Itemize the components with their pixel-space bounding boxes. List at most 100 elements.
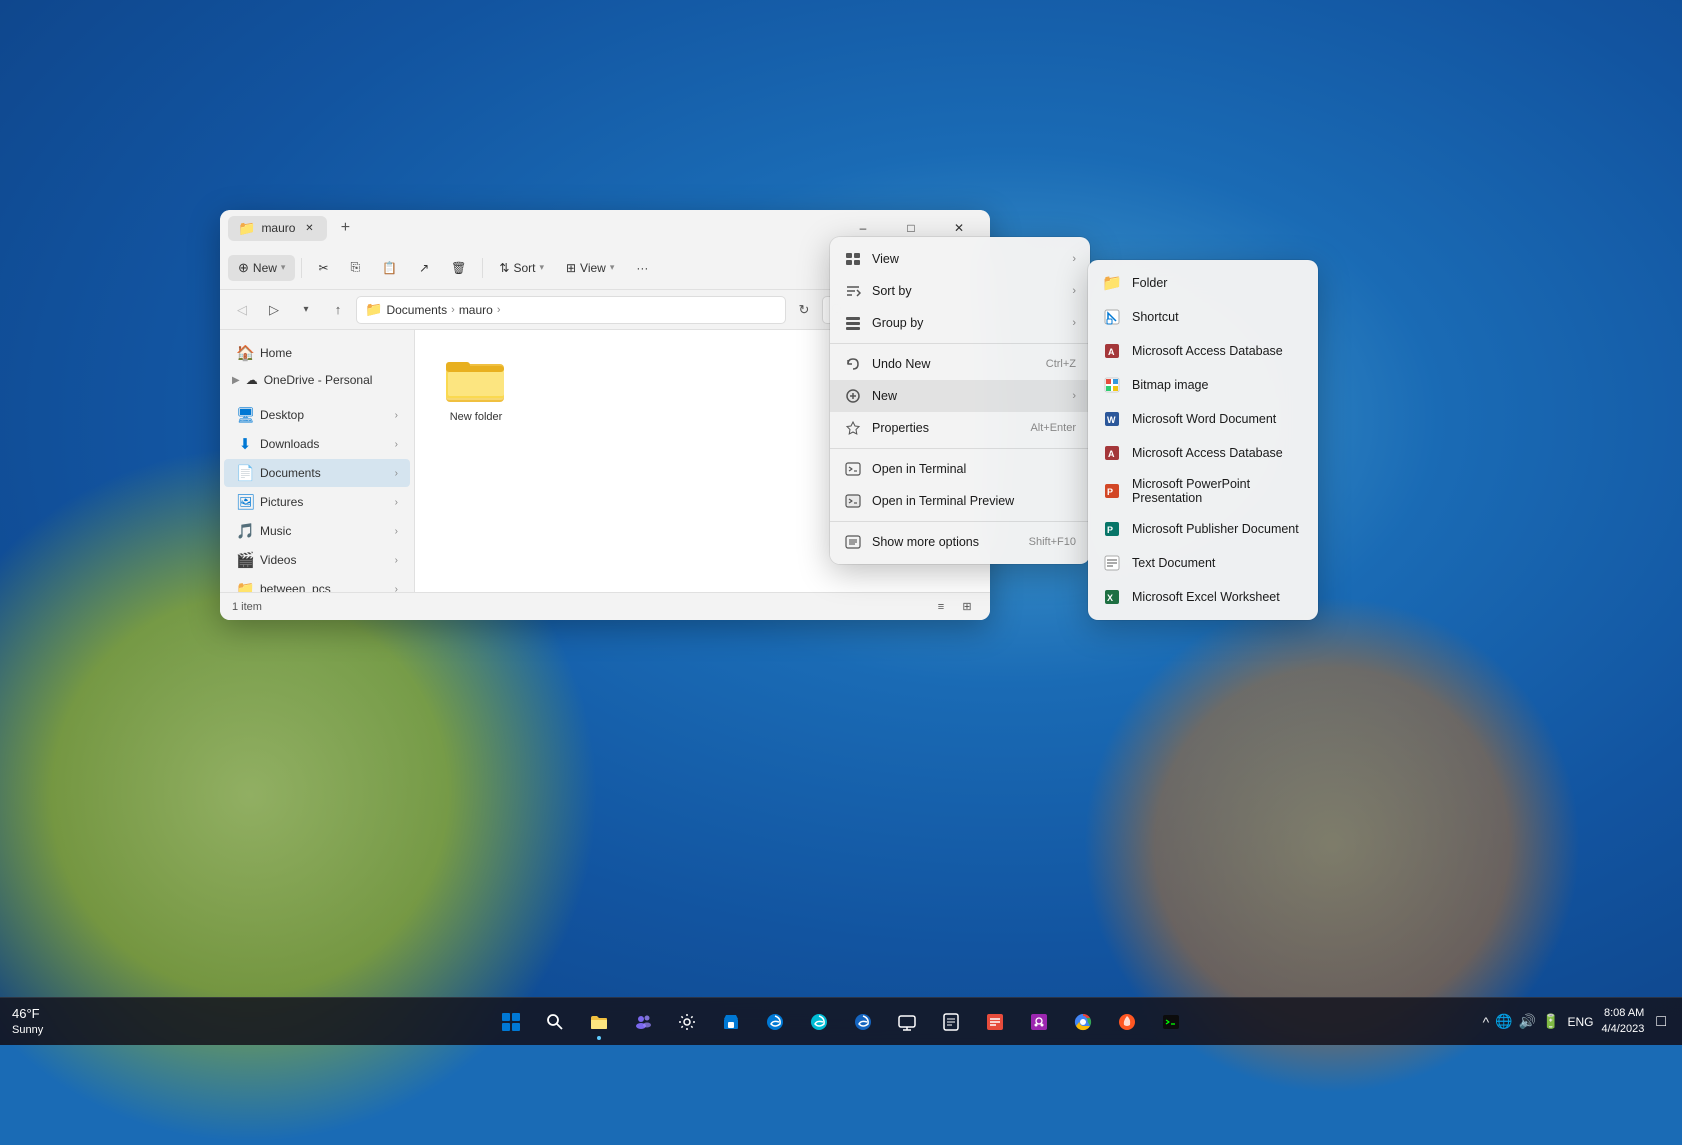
nav-item-between-pcs[interactable]: 📁 between_pcs ›	[224, 575, 410, 592]
ctx-open-terminal[interactable]: Open in Terminal	[830, 453, 1090, 485]
folder-icon-small: 📁	[365, 301, 382, 318]
view-button[interactable]: ⊞ View ▾	[556, 256, 624, 280]
teams-taskbar-button[interactable]	[623, 1002, 663, 1042]
breadcrumb-documents-label: Documents	[386, 303, 447, 317]
sub-access2[interactable]: A Microsoft Access Database	[1088, 436, 1318, 470]
sub-folder[interactable]: 📁 Folder	[1088, 266, 1318, 300]
breadcrumb-mauro[interactable]: mauro	[459, 303, 493, 317]
ctx-show-more[interactable]: Show more options Shift+F10	[830, 526, 1090, 558]
copy-button[interactable]: ⎘	[341, 255, 371, 280]
ctx-view[interactable]: View ›	[830, 243, 1090, 275]
nav-item-desktop[interactable]: 🖥 Desktop ›	[224, 401, 410, 429]
lang-indicator[interactable]: ENG	[1567, 1015, 1593, 1029]
sub-access[interactable]: A Microsoft Access Database	[1088, 334, 1318, 368]
file-item-new-folder[interactable]: New folder	[431, 346, 521, 432]
sub-word[interactable]: W Microsoft Word Document	[1088, 402, 1318, 436]
ctx-divider-2	[830, 448, 1090, 449]
back-button[interactable]: ◁	[228, 296, 256, 324]
new-tab-button[interactable]: +	[331, 214, 359, 242]
ctx-show-more-shortcut: Shift+F10	[1029, 536, 1076, 548]
tab-title: mauro	[261, 221, 295, 235]
address-bar[interactable]: 📁 Documents › mauro ›	[356, 296, 786, 324]
remote-taskbar-button[interactable]	[887, 1002, 927, 1042]
nav-onedrive[interactable]: ▶ ☁ OneDrive - Personal	[220, 368, 414, 392]
settings-taskbar-button[interactable]	[667, 1002, 707, 1042]
up-button[interactable]: ↑	[324, 296, 352, 324]
tray-arrow[interactable]: ^	[1483, 1014, 1490, 1030]
between-pcs-icon: 📁	[236, 580, 254, 592]
ctx-undo-new[interactable]: Undo New Ctrl+Z	[830, 348, 1090, 380]
cut-button[interactable]: ✂	[308, 256, 338, 280]
sub-powerpoint[interactable]: P Microsoft PowerPoint Presentation	[1088, 470, 1318, 512]
refresh-button[interactable]: ↻	[790, 296, 818, 324]
paste-button[interactable]: 📋	[372, 256, 407, 280]
edge2-taskbar-button[interactable]	[799, 1002, 839, 1042]
new-button[interactable]: ⊕ New ▾	[228, 255, 295, 281]
start-button[interactable]	[491, 1002, 531, 1042]
sub-text-label: Text Document	[1132, 556, 1215, 570]
search-taskbar-button[interactable]	[535, 1002, 575, 1042]
sub-bitmap[interactable]: Bitmap image	[1088, 368, 1318, 402]
ctx-show-more-label: Show more options	[872, 535, 979, 549]
breadcrumb-documents[interactable]: Documents	[386, 303, 447, 317]
ctx-properties[interactable]: Properties Alt+Enter	[830, 412, 1090, 444]
app2-taskbar-button[interactable]	[1019, 1002, 1059, 1042]
nav-item-downloads[interactable]: ⬇ Downloads ›	[224, 430, 410, 458]
list-view-button[interactable]: ≡	[930, 596, 952, 618]
store-taskbar-button[interactable]	[711, 1002, 751, 1042]
nav-item-music[interactable]: 🎵 Music ›	[224, 517, 410, 545]
taskbar-weather[interactable]: 46°F Sunny	[12, 1006, 43, 1037]
share-button[interactable]: ↗	[409, 256, 439, 280]
svg-text:X: X	[1107, 593, 1113, 603]
nav-item-documents[interactable]: 📄 Documents ›	[224, 459, 410, 487]
ctx-new-label: New	[872, 389, 897, 403]
ctx-sort-by-label: Sort by	[872, 284, 912, 298]
battery-icon[interactable]: 🔋	[1542, 1013, 1559, 1030]
chrome-taskbar-button[interactable]	[1063, 1002, 1103, 1042]
browser2-taskbar-button[interactable]	[1107, 1002, 1147, 1042]
svg-text:W: W	[1107, 415, 1116, 425]
explorer-tab[interactable]: 📁 mauro ✕	[228, 216, 327, 241]
edge3-taskbar-button[interactable]	[843, 1002, 883, 1042]
app1-taskbar-button[interactable]	[975, 1002, 1015, 1042]
notepad-taskbar-button[interactable]	[931, 1002, 971, 1042]
view-ctx-icon	[844, 250, 862, 268]
ctx-group-by[interactable]: Group by ›	[830, 307, 1090, 339]
nav-item-videos[interactable]: 🎬 Videos ›	[224, 546, 410, 574]
recent-locations-button[interactable]: ▾	[292, 296, 320, 324]
ctx-divider-1	[830, 343, 1090, 344]
notification-button[interactable]: □	[1652, 1013, 1670, 1031]
network-icon[interactable]: 🌐	[1495, 1013, 1512, 1030]
ctx-open-terminal-preview[interactable]: Open in Terminal Preview	[830, 485, 1090, 517]
folder-icon	[446, 354, 506, 404]
sub-shortcut[interactable]: Shortcut	[1088, 300, 1318, 334]
access2-sub-icon: A	[1102, 443, 1122, 463]
sub-text[interactable]: Text Document	[1088, 546, 1318, 580]
ctx-new[interactable]: New ›	[830, 380, 1090, 412]
sort-button[interactable]: ⇅ Sort ▾	[489, 256, 554, 280]
grid-view-button[interactable]: ⊞	[956, 596, 978, 618]
volume-icon[interactable]: 🔊	[1519, 1013, 1536, 1030]
ctx-sort-by[interactable]: Sort by ›	[830, 275, 1090, 307]
more-button[interactable]: ···	[626, 256, 658, 280]
excel-sub-icon: X	[1102, 587, 1122, 607]
weather-temp: 46°F	[12, 1006, 40, 1023]
ppt-sub-icon: P	[1102, 481, 1122, 501]
taskbar-clock[interactable]: 8:08 AM 4/4/2023	[1602, 1006, 1645, 1037]
taskbar-right: ^ 🌐 🔊 🔋 ENG 8:08 AM 4/4/2023 □	[1483, 1006, 1682, 1037]
access-sub-icon: A	[1102, 341, 1122, 361]
tab-close-button[interactable]: ✕	[301, 220, 317, 236]
file-explorer-taskbar-button[interactable]	[579, 1002, 619, 1042]
more-ctx-icon	[844, 533, 862, 551]
sub-publisher[interactable]: P Microsoft Publisher Document	[1088, 512, 1318, 546]
forward-button[interactable]: ▷	[260, 296, 288, 324]
sub-excel[interactable]: X Microsoft Excel Worksheet	[1088, 580, 1318, 614]
terminal-taskbar-button[interactable]	[1151, 1002, 1191, 1042]
edge-taskbar-button[interactable]	[755, 1002, 795, 1042]
nav-item-pictures[interactable]: 🖼 Pictures ›	[224, 488, 410, 516]
new-dropdown-arrow: ▾	[281, 262, 286, 273]
svg-text:A: A	[1108, 449, 1115, 459]
nav-item-home[interactable]: 🏠 Home	[224, 339, 410, 367]
delete-icon: 🗑	[451, 261, 466, 275]
delete-button[interactable]: 🗑	[441, 256, 476, 280]
